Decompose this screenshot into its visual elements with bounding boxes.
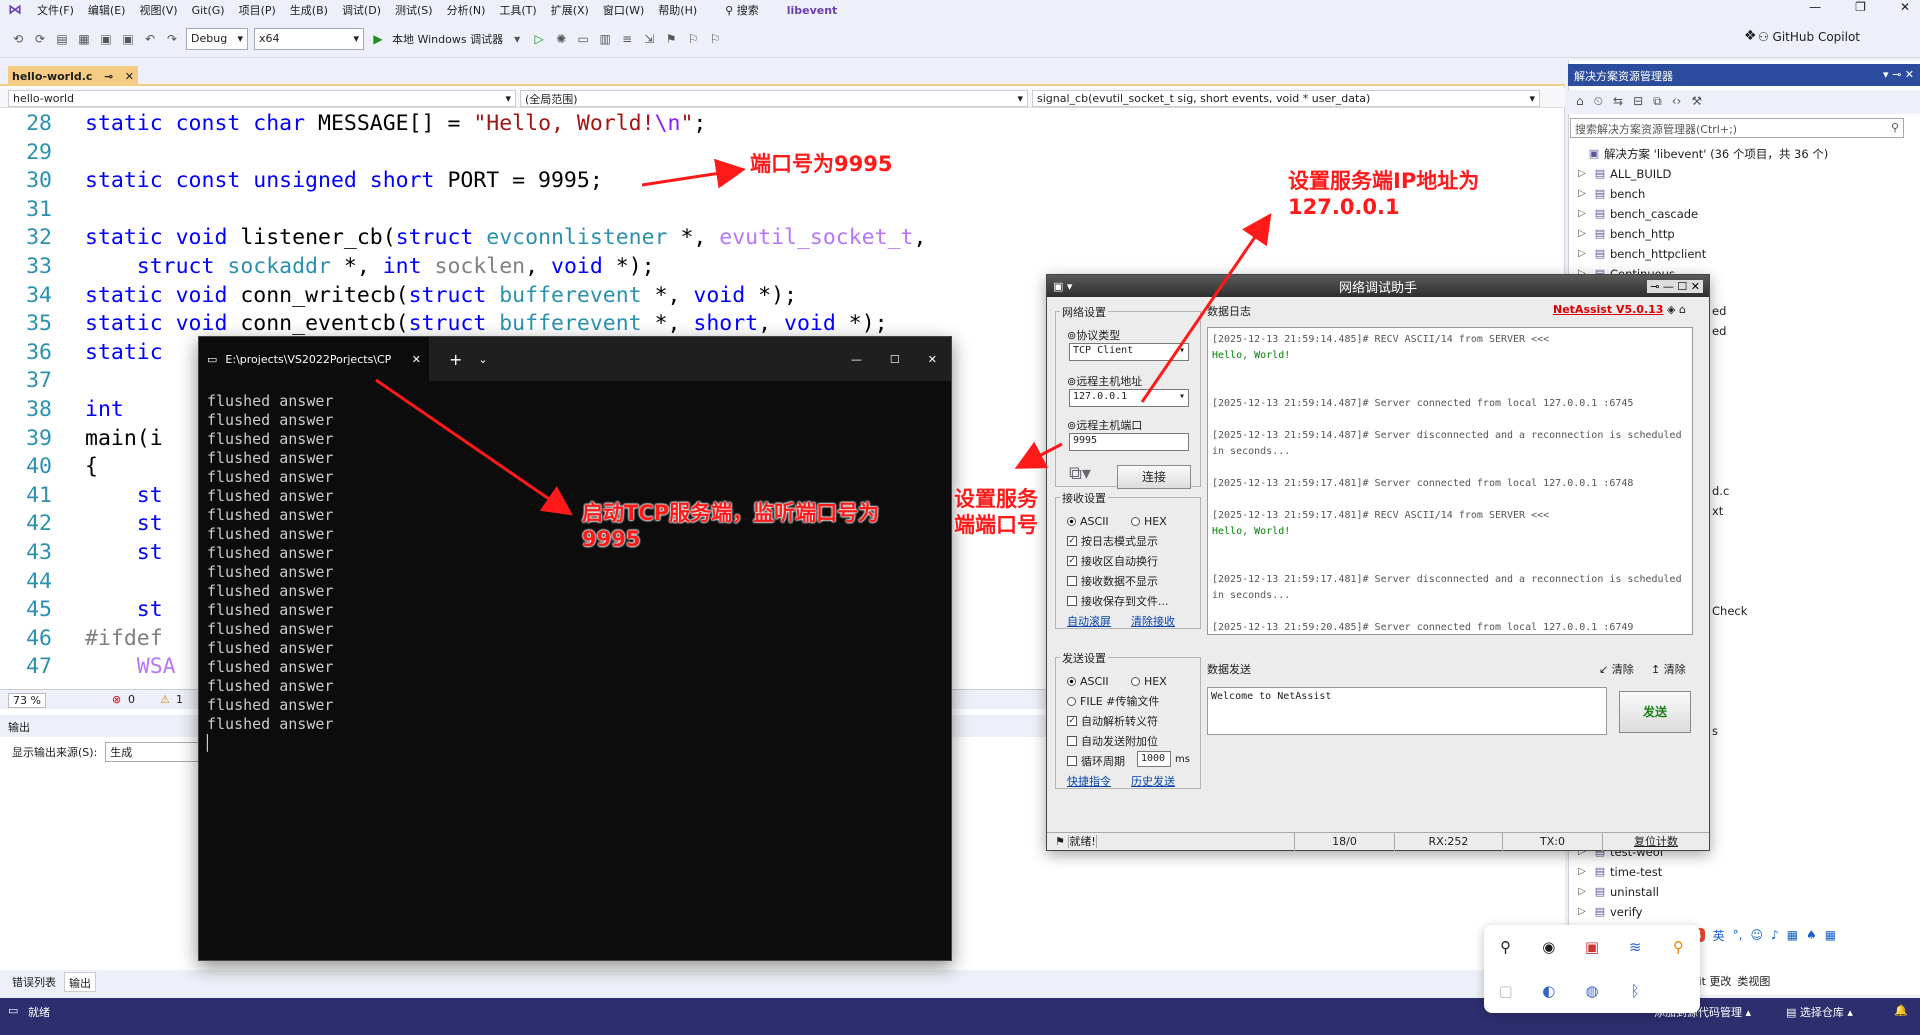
annotation-port: 端口号为9995 bbox=[750, 152, 893, 176]
arrow-port bbox=[641, 158, 746, 189]
annotation-server: 启动TCP服务端，监听端口号为 9995 bbox=[582, 501, 880, 551]
arrow-srvport bbox=[1014, 441, 1063, 469]
annotation-ip: 设置服务端IP地址为 127.0.0.1 bbox=[1288, 169, 1480, 219]
annotation-srvport: 设置服务 端端口号 bbox=[954, 487, 1038, 537]
arrow-ip bbox=[1140, 213, 1272, 403]
arrow-server bbox=[375, 378, 573, 516]
